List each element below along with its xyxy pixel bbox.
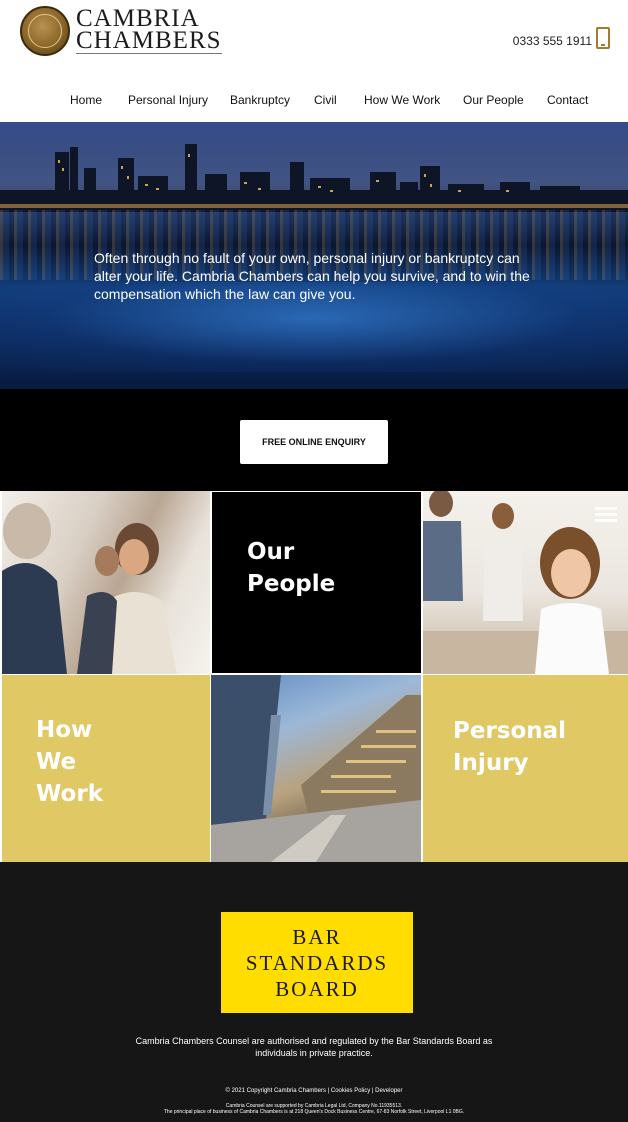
personal-injury-tile-label: Personal Injury bbox=[453, 718, 567, 776]
footer-small-print: Cambria Counsel are supported by Cambria… bbox=[0, 1103, 628, 1115]
developer-link[interactable]: Developer bbox=[375, 1088, 402, 1094]
mobile-phone-icon bbox=[596, 27, 610, 49]
footer-copyright-line: © 2021 Copyright Cambria Chambers | Cook… bbox=[0, 1088, 628, 1094]
hero-intro-text: Often through no fault of your own, pers… bbox=[94, 250, 530, 302]
city-skyline-image bbox=[0, 144, 628, 212]
cookies-policy-link[interactable]: Cookies Policy bbox=[331, 1088, 370, 1094]
bsb-logo-line-1: BAR bbox=[292, 924, 342, 949]
phone-contact[interactable]: 0333 555 1911 bbox=[513, 27, 610, 49]
site-header: CAMBRIA CHAMBERS 0333 555 1911 Home Pers… bbox=[0, 0, 628, 122]
hero-banner: Often through no fault of your own, pers… bbox=[0, 122, 628, 389]
personal-injury-tile[interactable]: Personal Injury bbox=[423, 675, 628, 862]
brand-line-2: CHAMBERS bbox=[76, 27, 222, 54]
our-people-tile[interactable]: Our People bbox=[211, 491, 422, 674]
nav-bankruptcy[interactable]: Bankruptcy bbox=[230, 93, 290, 107]
nav-how-we-work[interactable]: How We Work bbox=[364, 93, 440, 107]
nav-our-people[interactable]: Our People bbox=[463, 93, 524, 107]
regulation-statement: Cambria Chambers Counsel are authorised … bbox=[135, 1036, 493, 1058]
nav-home[interactable]: Home bbox=[70, 93, 102, 107]
phone-number[interactable]: 0333 555 1911 bbox=[513, 34, 592, 48]
office-building-photo[interactable] bbox=[211, 675, 421, 862]
enquiry-band: FREE ONLINE ENQUIRY bbox=[0, 389, 628, 491]
footer-separator: | bbox=[371, 1088, 374, 1094]
free-online-enquiry-button[interactable]: FREE ONLINE ENQUIRY bbox=[240, 420, 388, 464]
bsb-logo-line-2: STANDARDS bbox=[245, 950, 389, 975]
nav-civil[interactable]: Civil bbox=[314, 93, 337, 107]
main-nav: Home Personal Injury Bankruptcy Civil Ho… bbox=[0, 93, 628, 109]
copyright-text: © 2021 Copyright Cambria Chambers bbox=[225, 1088, 326, 1094]
nav-contact[interactable]: Contact bbox=[547, 93, 588, 107]
brand-wordmark: CAMBRIA CHAMBERS bbox=[76, 6, 222, 54]
footer-separator: | bbox=[327, 1088, 330, 1094]
hamburger-menu-icon[interactable] bbox=[595, 507, 617, 523]
building-illustration bbox=[211, 675, 421, 862]
site-logo[interactable]: CAMBRIA CHAMBERS bbox=[20, 5, 222, 57]
how-we-work-tile[interactable]: How We Work bbox=[2, 675, 210, 862]
crest-seal-icon bbox=[20, 6, 70, 56]
business-meeting-photo[interactable] bbox=[2, 491, 210, 674]
bsb-logo-line-3: BOARD bbox=[275, 976, 359, 1001]
site-footer: BAR STANDARDS BOARD Cambria Chambers Cou… bbox=[0, 862, 628, 1122]
nav-personal-injury[interactable]: Personal Injury bbox=[128, 93, 208, 107]
our-people-tile-label: Our People bbox=[247, 539, 336, 597]
bar-standards-board-logo[interactable]: BAR STANDARDS BOARD bbox=[221, 912, 413, 1013]
small-print-address: The principal place of business of Cambr… bbox=[163, 1109, 465, 1115]
meeting-illustration bbox=[2, 503, 177, 674]
how-we-work-tile-label: How We Work bbox=[36, 717, 103, 807]
